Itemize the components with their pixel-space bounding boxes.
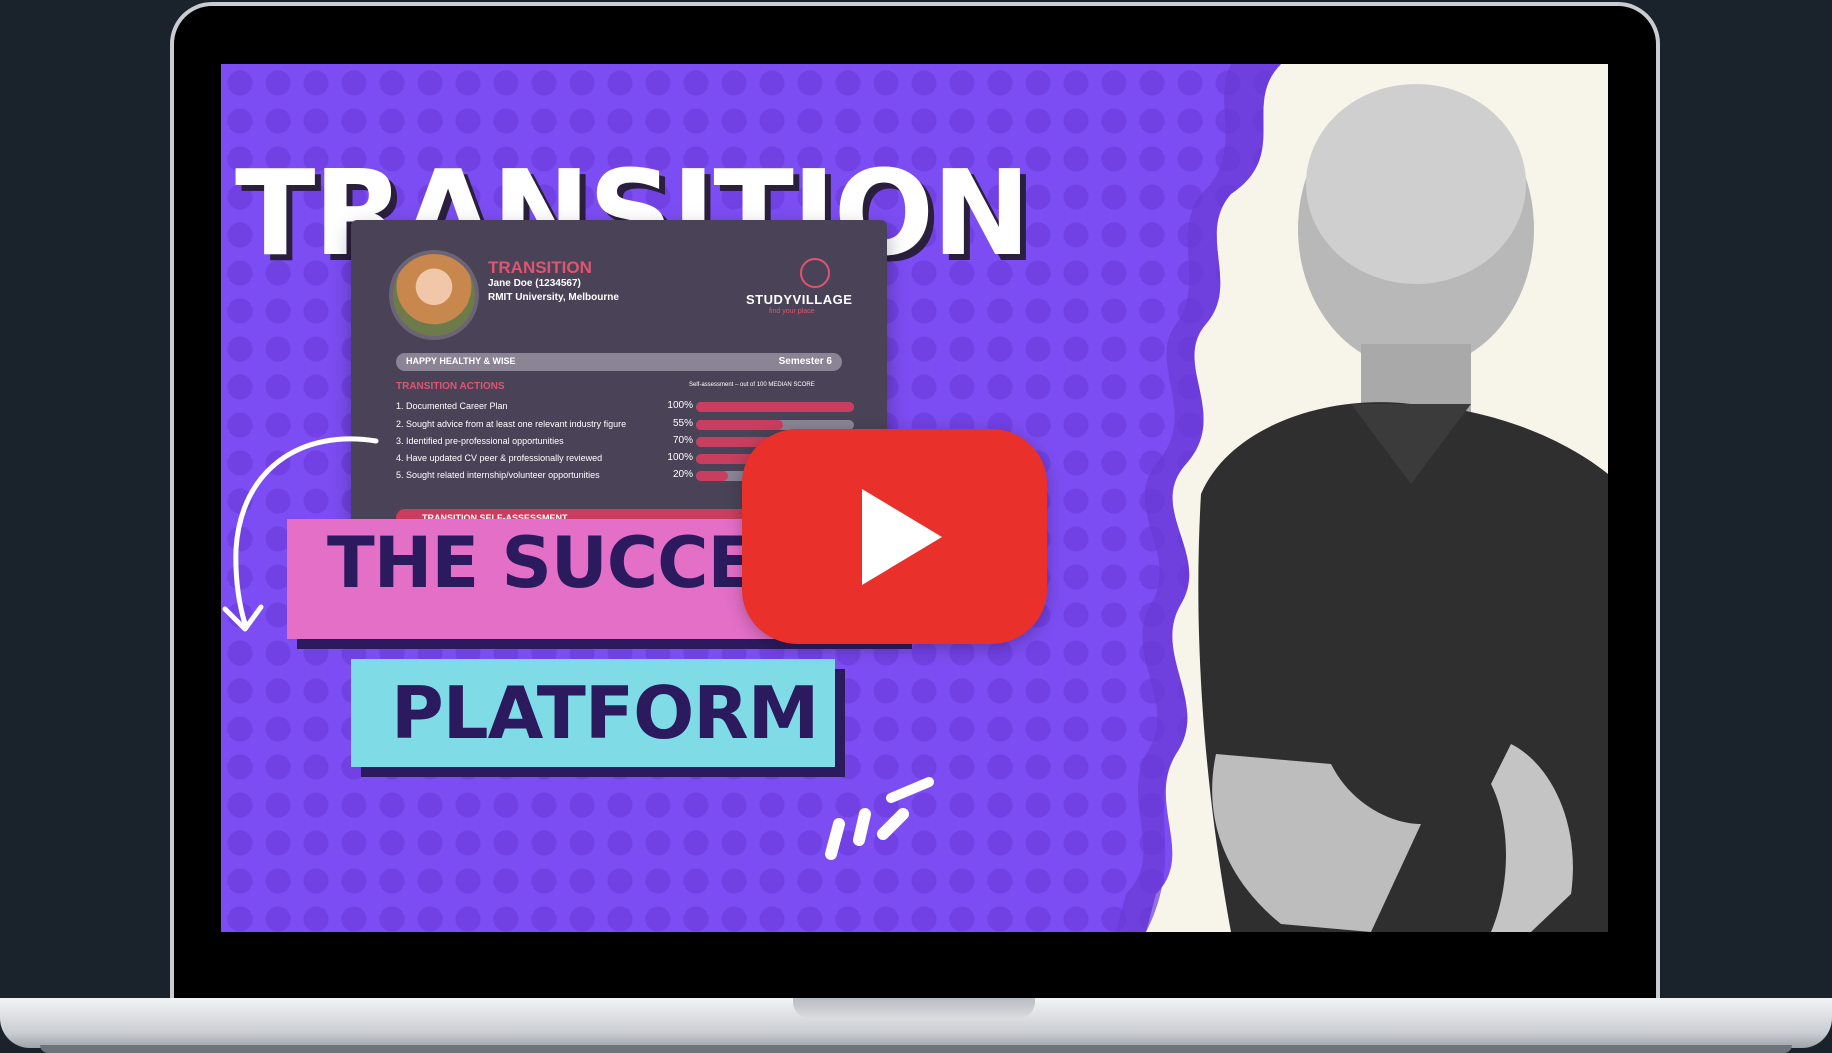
action-label: 3. Identified pre-professional opportuni… xyxy=(396,436,564,446)
video-player[interactable]: TRANSITION TRANSITION Jane Doe (1234567)… xyxy=(221,64,1608,932)
student-university: RMIT University, Melbourne xyxy=(488,292,619,303)
band-left-label: HAPPY HEALTHY & WISE xyxy=(406,356,516,366)
legend: Self-assessment – out of 100 MEDIAN SCOR… xyxy=(689,382,815,388)
play-button[interactable] xyxy=(742,429,1047,644)
studyvillage-logo-icon xyxy=(800,258,830,288)
action-progress-fill xyxy=(696,471,728,481)
action-label: 4. Have updated CV peer & professionally… xyxy=(396,453,603,463)
semester-label: Semester 6 xyxy=(778,356,832,367)
action-progress-fill xyxy=(696,420,783,430)
dashboard-title: TRANSITION xyxy=(488,258,592,277)
student-avatar xyxy=(389,250,479,340)
action-percent: 100% xyxy=(667,400,693,411)
action-percent: 70% xyxy=(672,435,693,446)
action-progress-bar xyxy=(696,402,854,412)
laptop-base xyxy=(0,998,1832,1048)
laptop-notch xyxy=(793,998,1035,1018)
legend-label: Self-assessment – out of 100 xyxy=(689,382,767,388)
cyan-banner-text: PLATFORM xyxy=(391,671,819,755)
logo-tagline: find your place xyxy=(769,308,815,315)
presenter-photo xyxy=(1198,84,1608,932)
studyvillage-logo: STUDYVILLAGE xyxy=(746,292,853,307)
play-icon[interactable] xyxy=(862,489,942,585)
action-percent: 100% xyxy=(667,452,693,463)
action-percent: 55% xyxy=(672,418,693,429)
semester-band: HAPPY HEALTHY & WISE Semester 6 xyxy=(396,353,842,371)
action-label: 1. Documented Career Plan xyxy=(396,401,508,411)
pink-banner-text: THE SUCCE xyxy=(327,522,755,604)
action-percent: 20% xyxy=(672,469,693,480)
action-label: 5. Sought related internship/volunteer o… xyxy=(396,470,600,480)
action-label: 2. Sought advice from at least one relev… xyxy=(396,419,627,429)
student-name: Jane Doe (1234567) xyxy=(488,278,581,289)
legend-median-label: MEDIAN SCORE xyxy=(768,382,815,388)
laptop-base-shadow xyxy=(40,1045,1792,1053)
actions-section-title: TRANSITION ACTIONS xyxy=(396,381,505,392)
action-progress-fill xyxy=(696,402,854,412)
spark-doodle-icon xyxy=(825,777,934,860)
